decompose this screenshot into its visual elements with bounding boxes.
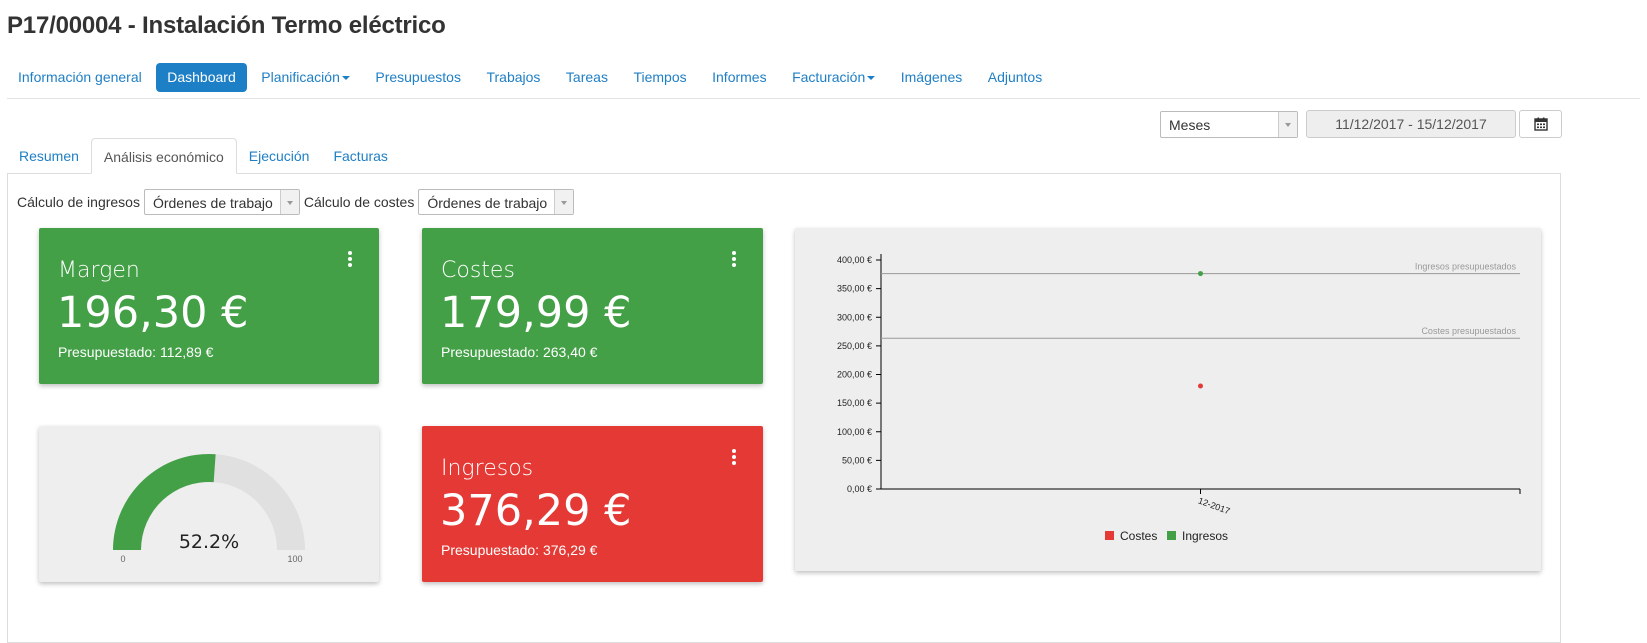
nav-tiempos[interactable]: Tiempos	[622, 63, 697, 92]
margin-gauge-card: 52.2% 0 100	[39, 426, 379, 582]
nav-tareas[interactable]: Tareas	[555, 63, 619, 92]
margin-card-value: 196,30 €	[57, 288, 249, 338]
income-card-title: Ingresos	[441, 456, 534, 481]
cost-calc-label: Cálculo de costes	[303, 194, 415, 210]
nav-facturacion[interactable]: Facturación	[781, 63, 886, 92]
y-tick-label: 200,00 €	[837, 370, 872, 380]
caret-down-icon	[341, 76, 350, 81]
income-calc-label: Cálculo de ingresos	[17, 194, 140, 210]
margin-card: Margen 196,30 € Presupuestado: 112,89 €	[39, 228, 379, 384]
reference-line-label: Ingresos presupuestados	[1415, 262, 1517, 272]
analysis-tabs: Resumen Análisis económico Ejecución Fac…	[7, 138, 1640, 174]
nav-presupuestos[interactable]: Presupuestos	[364, 63, 472, 92]
costs-card-budget: Presupuestado: 263,40 €	[441, 344, 598, 360]
y-tick-label: 100,00 €	[837, 427, 872, 437]
nav-informacion-general[interactable]: Información general	[7, 63, 153, 92]
date-range-input[interactable]: 11/12/2017 - 15/12/2017	[1306, 110, 1516, 138]
income-card-budget: Presupuestado: 376,29 €	[441, 542, 598, 558]
costs-card-title: Costes	[441, 258, 515, 283]
reference-line-label: Costes presupuestados	[1421, 326, 1516, 336]
caret-down-icon	[867, 76, 876, 81]
income-costs-chart-card: 0,00 € 50,00 € 100,00 € 150,00 € 200,00 € 250…	[795, 228, 1541, 571]
margin-gauge: 52.2% 0 100	[113, 454, 305, 564]
nav-dashboard[interactable]: Dashboard	[156, 63, 247, 92]
nav-imagenes[interactable]: Imágenes	[890, 63, 973, 92]
income-card: Ingresos 376,29 € Presupuestado: 376,29 …	[422, 426, 763, 582]
select-arrow-icon	[279, 190, 299, 214]
legend-swatch-costes	[1105, 531, 1114, 540]
gauge-min-label: 0	[120, 554, 125, 564]
tab-ejecucion[interactable]: Ejecución	[237, 138, 322, 174]
nav-trabajos[interactable]: Trabajos	[475, 63, 551, 92]
income-card-value: 376,29 €	[440, 486, 632, 536]
y-tick-label: 300,00 €	[837, 312, 872, 322]
y-tick-label: 350,00 €	[837, 284, 872, 294]
data-point-costes	[1198, 383, 1203, 389]
y-tick-label: 400,00 €	[837, 255, 872, 265]
page-title: P17/00004 - Instalación Termo eléctrico	[7, 12, 446, 39]
cost-calc-value: Órdenes de trabajo	[427, 195, 548, 211]
income-calc-value: Órdenes de trabajo	[152, 195, 273, 211]
period-select-value: Meses	[1169, 117, 1211, 133]
tab-facturas[interactable]: Facturas	[321, 138, 399, 174]
nav-adjuntos[interactable]: Adjuntos	[977, 63, 1053, 92]
y-tick-label: 50,00 €	[842, 455, 872, 465]
gauge-max-label: 100	[287, 554, 302, 564]
period-select[interactable]: Meses	[1160, 111, 1298, 138]
more-vert-icon[interactable]	[731, 448, 737, 466]
margin-card-title: Margen	[58, 258, 140, 283]
income-calc-select[interactable]: Órdenes de trabajo	[143, 189, 300, 215]
nav-planificacion[interactable]: Planificación	[250, 63, 361, 92]
tab-analisis-economico[interactable]: Análisis económico	[90, 138, 237, 174]
select-arrow-icon	[554, 190, 574, 214]
tab-resumen[interactable]: Resumen	[7, 138, 91, 174]
calculation-options: Cálculo de ingresos Órdenes de trabajo C…	[17, 189, 578, 215]
select-arrow-icon	[1278, 112, 1297, 137]
y-tick-label: 250,00 €	[837, 341, 872, 351]
income-costs-chart: 0,00 € 50,00 € 100,00 € 150,00 € 200,00 € 250…	[837, 254, 1521, 543]
costs-card: Costes 179,99 € Presupuestado: 263,40 €	[422, 228, 763, 384]
costs-card-value: 179,99 €	[440, 288, 632, 338]
calendar-icon	[1533, 117, 1548, 131]
margin-card-budget: Presupuestado: 112,89 €	[58, 344, 214, 360]
x-tick-label: 12-2017	[1197, 495, 1231, 516]
more-vert-icon[interactable]	[347, 250, 353, 268]
legend-label-costes: Costes	[1120, 529, 1157, 543]
y-tick-label: 150,00 €	[837, 398, 872, 408]
gauge-value-label: 52.2%	[179, 531, 239, 553]
legend-swatch-ingresos	[1167, 531, 1176, 540]
cost-calc-select[interactable]: Órdenes de trabajo	[418, 189, 575, 215]
nav-informes[interactable]: Informes	[701, 63, 777, 92]
legend-label-ingresos: Ingresos	[1182, 529, 1228, 543]
calendar-button[interactable]	[1519, 110, 1562, 138]
main-nav: Información general Dashboard Planificac…	[7, 63, 1640, 99]
more-vert-icon[interactable]	[731, 250, 737, 268]
data-point-ingresos	[1198, 271, 1203, 277]
y-tick-label: 0,00 €	[847, 484, 872, 494]
